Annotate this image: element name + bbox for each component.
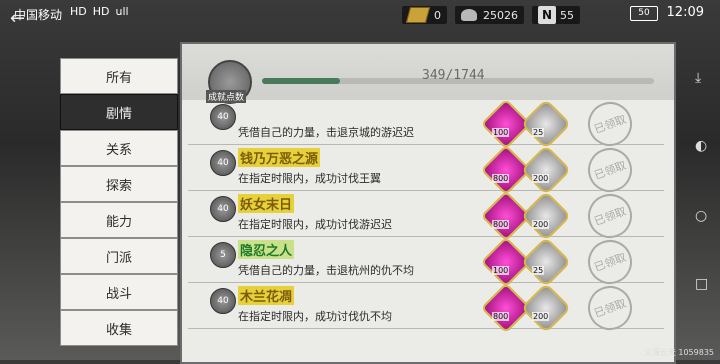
achievement-desc: 凭借自己的力量，击退杭州的仇不均 [238,264,414,277]
gem-amount: 100 [492,266,510,275]
progress-fill [262,78,341,84]
gold-ingot-icon [405,7,431,23]
hd-indicator: HD [70,5,87,18]
silver-amount: 200 [532,174,550,183]
achievement-title: 妖女末日 [238,194,295,213]
gold-slot[interactable]: 0 [402,6,447,24]
back-arrow-icon[interactable]: ← [10,8,25,29]
gem-reward: 800 [480,144,532,196]
silver-amount: 25 [532,266,545,275]
silver-reward: 25 [520,98,572,150]
achievement-panel: 成就点数 349/1744 40 凭借自己的力量，击退京城的游迟迟 100 25… [180,42,676,364]
rank-badge: 40 [210,288,236,314]
sidebar-item-story[interactable]: 剧情 [60,94,178,130]
claimed-stamp: 已领取 [581,279,639,337]
silver-reward: 200 [520,282,572,334]
gem-amount: 800 [492,174,510,183]
achievement-title: 隐忍之人 [238,240,295,259]
sidebar-item-collection[interactable]: 收集 [60,310,178,346]
achievement-row[interactable]: 40 钱乃万恶之源 在指定时限内，成功讨伐王翼 800 200 已领取 [188,141,664,199]
sidebar-item-relations[interactable]: 关系 [60,130,178,166]
achievement-progress: 成就点数 349/1744 [182,44,674,104]
seal-slot[interactable]: N 55 [532,6,580,24]
rank-badge: 5 [210,242,236,268]
sidebar-item-sect[interactable]: 门派 [60,238,178,274]
silver-amount: 200 [532,220,550,229]
silver-icon [520,282,572,334]
achievement-desc: 在指定时限内，成功讨伐仇不均 [238,310,392,323]
silver-reward: 200 [520,144,572,196]
sidebar-item-all[interactable]: 所有 [60,58,178,94]
hd-indicator-2: HD [92,5,110,18]
rank-badge: 40 [210,150,236,176]
progress-text: 349/1744 [422,68,485,83]
silver-icon [520,236,572,288]
seal-count: 55 [560,8,574,22]
gem-reward: 100 [480,236,532,288]
achievement-title: 木兰花凋 [238,286,295,305]
achievement-row[interactable]: 40 木兰花凋 在指定时限内，成功讨伐仇不均 800 200 已领取 [188,279,664,337]
achievement-desc: 凭借自己的力量，击退京城的游迟迟 [238,126,414,139]
silver-reward: 200 [520,190,572,242]
silver-amount: 25 [532,128,545,137]
rank-badge: 40 [210,104,236,130]
silver-reward: 25 [520,236,572,288]
recent-apps-icon[interactable]: □ [695,276,708,292]
achievement-desc: 在指定时限内，成功讨伐游迟迟 [238,218,392,231]
system-nav: ⤓ ◐ ○ □ [684,60,720,350]
sidebar-item-ability[interactable]: 能力 [60,202,178,238]
gem-reward: 800 [480,190,532,242]
achievement-desc: 在指定时限内，成功讨伐王翼 [238,172,381,185]
gem-amount: 800 [492,220,510,229]
sidebar-item-combat[interactable]: 战斗 [60,274,178,310]
server-watermark: 义薄云天 1059835 [643,348,714,357]
achievement-title: 钱乃万恶之源 [238,148,321,167]
assist-icon[interactable]: ◐ [695,138,707,154]
battery-icon: 50 [630,6,658,21]
status-bar: 中国移动 HD HD ull 50 12:09 [0,0,720,28]
silver-count: 25026 [483,8,518,22]
gem-reward: 800 [480,282,532,334]
silver-icon [520,190,572,242]
sidebar-item-explore[interactable]: 探索 [60,166,178,202]
silver-ingot-icon [461,9,477,21]
category-sidebar: 所有 剧情 关系 探索 能力 门派 战斗 收集 [60,58,178,360]
achievement-row[interactable]: 40 妖女末日 在指定时限内，成功讨伐游迟迟 800 200 已领取 [188,187,664,245]
status-icons: HD HD ull [70,5,129,18]
silver-slot[interactable]: 25026 [455,6,524,24]
gold-count: 0 [434,8,441,22]
signal-indicator: ull [115,5,129,18]
achievement-row[interactable]: 5 隐忍之人 凭借自己的力量，击退杭州的仇不均 100 25 已领取 [188,233,664,291]
silver-icon [520,98,572,150]
home-icon[interactable]: ○ [695,208,707,224]
download-icon[interactable]: ⤓ [695,70,701,86]
gem-amount: 100 [492,128,510,137]
rank-badge: 40 [210,196,236,222]
gem-reward: 100 [480,98,532,150]
silver-amount: 200 [532,312,550,321]
clock: 12:09 [666,5,704,20]
gem-amount: 800 [492,312,510,321]
silver-icon [520,144,572,196]
achievement-row[interactable]: 40 凭借自己的力量，击退京城的游迟迟 100 25 已领取 [188,95,664,153]
currency-hud: 0 25026 N 55 [402,4,588,26]
seal-icon: N [538,6,556,24]
